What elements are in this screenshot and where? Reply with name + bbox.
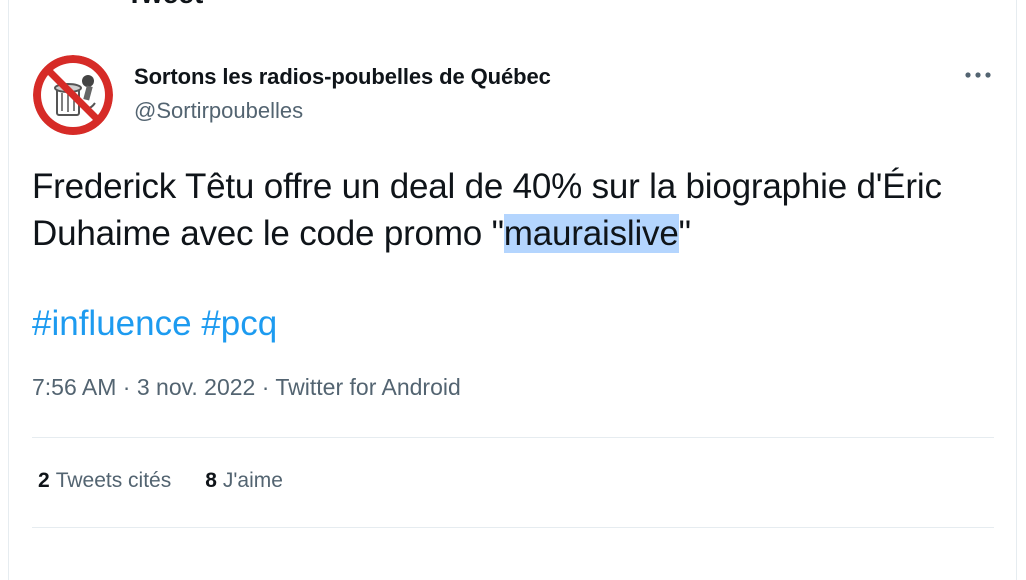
tweet-stats: 2 Tweets cités 8 J'aime	[38, 469, 283, 493]
divider	[32, 527, 994, 528]
quote-tweets-stat[interactable]: 2 Tweets cités	[38, 469, 171, 493]
more-options-button[interactable]	[960, 60, 996, 90]
divider	[32, 437, 994, 438]
tweet-source[interactable]: Twitter for Android	[275, 374, 460, 400]
meta-separator: ·	[122, 374, 131, 400]
selected-text: mauraislive	[503, 214, 679, 253]
hashtags: #influence #pcq	[32, 300, 277, 347]
no-trash-radio-logo-icon	[33, 55, 113, 135]
likes-stat[interactable]: 8 J'aime	[205, 469, 283, 493]
author-handle[interactable]: @Sortirpoubelles	[134, 98, 303, 124]
likes-label: J'aime	[222, 469, 283, 492]
quote-tweets-count: 2	[38, 469, 50, 492]
tweet-meta: 7:56 AM · 3 nov. 2022 · Twitter for Andr…	[32, 374, 461, 401]
header-title-cut: Tweet	[126, 0, 203, 10]
meta-separator: ·	[261, 374, 270, 400]
hashtag-influence[interactable]: #influence	[32, 304, 192, 343]
tweet-date[interactable]: 3 nov. 2022	[137, 374, 256, 400]
author-name[interactable]: Sortons les radios-poubelles de Québec	[134, 64, 551, 90]
ellipsis-icon	[965, 72, 991, 78]
tweet-time[interactable]: 7:56 AM	[32, 374, 116, 400]
avatar[interactable]	[33, 55, 113, 135]
tweet-text-end: "	[678, 214, 691, 253]
quote-tweets-label: Tweets cités	[55, 469, 172, 492]
likes-count: 8	[205, 469, 217, 492]
tweet-text: Frederick Têtu offre un deal de 40% sur …	[32, 163, 992, 257]
tweet-text-main: Frederick Têtu offre un deal de 40% sur …	[32, 167, 942, 253]
hashtag-pcq[interactable]: #pcq	[201, 304, 277, 343]
